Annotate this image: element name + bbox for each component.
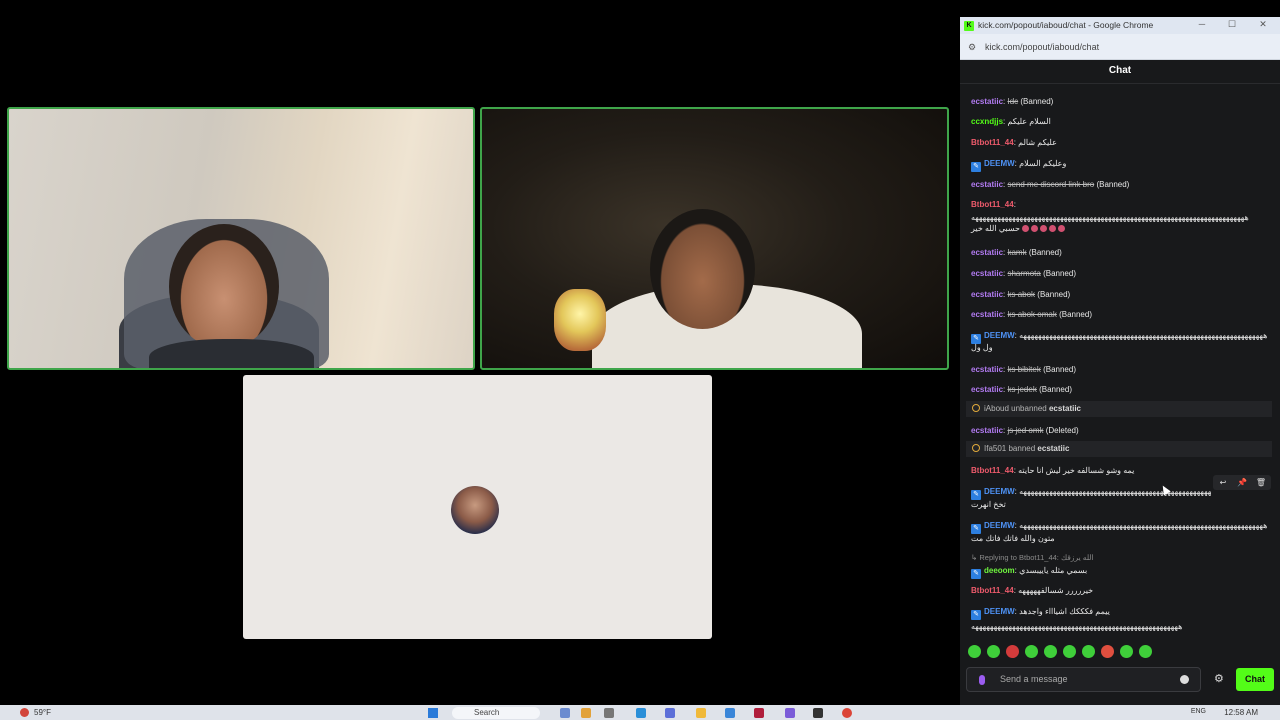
taskbar-app-icon[interactable] — [665, 708, 675, 718]
chat-message: ecstatiic: kamk (Banned) — [971, 248, 1062, 257]
emote-quick-bar — [967, 645, 1277, 659]
chat-message-list[interactable]: ecstatiic: Idc (Banned) ccxndjjs: السلام… — [960, 95, 1280, 650]
chat-message: Btbot11_44: عليكم شالم — [971, 138, 1057, 147]
emote-icon[interactable] — [968, 645, 981, 658]
close-button[interactable]: ✕ — [1256, 19, 1270, 31]
emote-icon[interactable] — [1120, 645, 1133, 658]
chat-message: ✎ deeoom: بسمي مثله ياييبسدي — [971, 565, 1269, 579]
microphone-light — [554, 289, 606, 351]
taskbar-app-icon[interactable] — [560, 708, 570, 718]
emote-icon — [1057, 225, 1065, 232]
emote-icon — [1039, 225, 1047, 232]
chat-message: ecstatiic: js jed omk (Deleted) — [971, 426, 1079, 435]
mod-action-row: iAboud unbanned ecstatiic — [966, 401, 1272, 417]
chat-message: ecstatiic: ks abok (Banned) — [971, 290, 1071, 299]
taskbar-search[interactable]: Search — [452, 707, 540, 719]
chat-message: ecstatiic: ks abok omak (Banned) — [971, 310, 1092, 319]
chat-message: ✎ DEEMW: هههههههههههههههههههههههههههههههه… — [971, 486, 1211, 500]
person-head — [169, 224, 279, 349]
delete-icon[interactable]: 🗑 — [1254, 476, 1268, 489]
site-info-icon[interactable]: ⚙ — [968, 42, 976, 53]
taskbar-clock[interactable]: 12:58 AM — [1224, 708, 1258, 717]
chat-message-continued: ول ول — [971, 343, 993, 352]
weather-temp: 59°F — [34, 708, 51, 717]
emote-icon — [1048, 225, 1056, 232]
chat-message: Btbot11_44: خيررررر شسالفهههههه — [971, 586, 1094, 595]
pin-icon[interactable]: 📌 — [1235, 476, 1249, 489]
mod-action-row: Ifa501 banned ecstatiic — [966, 441, 1272, 457]
emote-icon[interactable] — [1139, 645, 1152, 658]
chat-message: ecstatiic: Idc (Banned) — [971, 97, 1054, 106]
message-hover-actions: ↩ 📌 🗑 — [1213, 475, 1271, 490]
user-avatar — [451, 486, 499, 534]
file-explorer-icon[interactable] — [696, 708, 706, 718]
chat-message: ecstatiic: ks jedek (Banned) — [971, 385, 1072, 394]
stream-stage — [0, 0, 958, 705]
chat-message: ✎ DEEMW: ييمم فكككك اشياااء واجدهد — [971, 606, 1269, 620]
weather-icon[interactable] — [20, 708, 29, 717]
windows-start-icon[interactable] — [428, 708, 438, 718]
chat-header: Chat — [960, 60, 1280, 84]
discord-icon[interactable] — [785, 708, 795, 718]
chrome-icon[interactable] — [842, 708, 852, 718]
send-chat-button[interactable]: Chat — [1236, 668, 1274, 691]
emote-icon — [1021, 225, 1029, 232]
emote-icon[interactable] — [1063, 645, 1076, 658]
chat-message-continued: حسبي الله خير — [971, 223, 1269, 234]
windows-taskbar: 59°F Search ENG 12:58 AM — [0, 705, 1280, 720]
emote-icon[interactable] — [987, 645, 1000, 658]
taskbar-app-icon[interactable] — [604, 708, 614, 718]
emote-icon[interactable] — [1044, 645, 1057, 658]
chat-message: ecstatiic: send me discord link bro (Ban… — [971, 180, 1130, 189]
window-titlebar: K kick.com/popout/iaboud/chat - Google C… — [960, 17, 1280, 34]
chat-message: Btbot11_44: — [971, 200, 1016, 209]
taskbar-app-icon[interactable] — [813, 708, 823, 718]
chat-input-row: Send a message ⚙ Chat — [960, 663, 1280, 697]
chat-message: ccxndjjs: السلام عليكم — [971, 117, 1051, 126]
url-text: kick.com/popout/iaboud/chat — [985, 42, 1100, 52]
moderator-badge-icon: ✎ — [971, 610, 981, 620]
person-head — [650, 209, 755, 329]
address-bar[interactable]: ⚙ kick.com/popout/iaboud/chat — [960, 34, 1280, 60]
taskbar-app-icon[interactable] — [725, 708, 735, 718]
moderator-badge-icon: ✎ — [971, 569, 981, 579]
settings-gear-icon[interactable]: ⚙ — [1214, 672, 1224, 685]
message-input[interactable]: Send a message — [966, 667, 1201, 692]
chat-message-continued: تخخ انهرت — [971, 500, 1006, 509]
taskbar-app-icon[interactable] — [581, 708, 591, 718]
chat-message-continued: هههههههههههههههههههههههههههههههههههههههه… — [971, 622, 1183, 631]
camera-tile-center[interactable] — [243, 375, 712, 639]
chat-message: ✎ DEEMW: وعليكم السلام — [971, 158, 1269, 172]
camera-tile-right[interactable] — [480, 107, 949, 370]
ban-icon — [972, 444, 980, 452]
emoji-picker-icon[interactable] — [1180, 675, 1189, 684]
reply-context[interactable]: ↳ Replying to Btbot11_44: الله يرزقك — [971, 552, 1269, 563]
kick-logo-icon: K — [964, 21, 974, 31]
emote-icon[interactable] — [1006, 645, 1019, 658]
chat-message: ecstatiic: sharmota (Banned) — [971, 269, 1076, 278]
unban-icon — [972, 404, 980, 412]
window-title: kick.com/popout/iaboud/chat - Google Chr… — [978, 20, 1154, 30]
emote-icon[interactable] — [1082, 645, 1095, 658]
reply-icon[interactable]: ↩ — [1216, 476, 1230, 489]
chat-message-continued: متون والله فاتك فاتك مت — [971, 534, 1055, 543]
chat-message: ecstatiic: ks bibitek (Banned) — [971, 365, 1076, 374]
emote-icon — [1030, 225, 1038, 232]
language-indicator[interactable]: ENG — [1191, 708, 1206, 715]
chat-message-continued: هههههههههههههههههههههههههههههههههههههههه… — [971, 213, 1249, 222]
chat-message: ✎ DEEMW: هههههههههههههههههههههههههههههههه… — [971, 520, 1269, 534]
edge-browser-icon[interactable] — [636, 708, 646, 718]
taskbar-app-icon[interactable] — [754, 708, 764, 718]
microphone-icon[interactable] — [979, 675, 985, 685]
emote-icon[interactable] — [1025, 645, 1038, 658]
camera-tile-left[interactable] — [7, 107, 475, 370]
person-torso — [149, 339, 314, 368]
moderator-badge-icon: ✎ — [971, 162, 981, 172]
emote-icon[interactable] — [1101, 645, 1114, 658]
maximize-button[interactable]: ☐ — [1225, 19, 1239, 31]
minimize-button[interactable]: ─ — [1195, 19, 1209, 31]
chrome-popout-window: K kick.com/popout/iaboud/chat - Google C… — [960, 17, 1280, 705]
